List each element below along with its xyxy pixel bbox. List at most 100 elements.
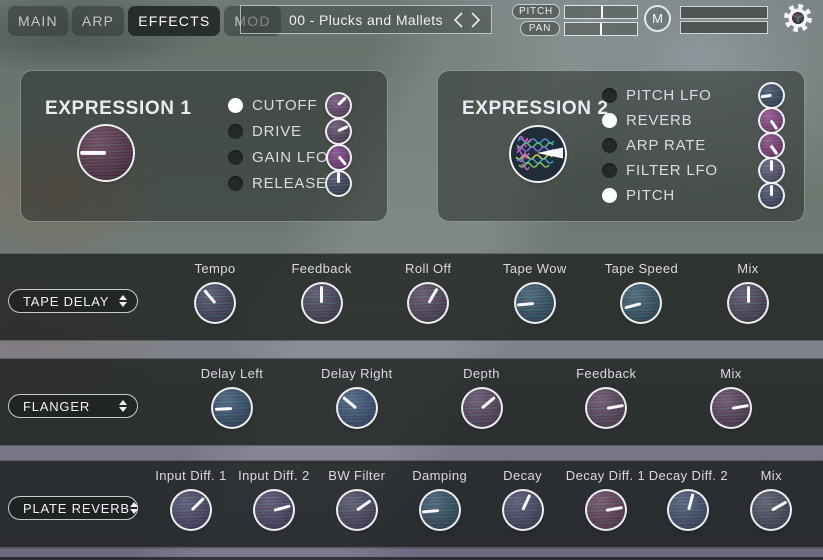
expression-option-row: GAIN LFO <box>228 144 350 170</box>
tab-arp[interactable]: ARP <box>72 6 124 36</box>
effect-select-flanger[interactable]: FLANGER <box>8 394 138 418</box>
tab-main[interactable]: MAIN <box>8 6 68 36</box>
radio-cutoff[interactable] <box>228 98 243 113</box>
effect-select-tape-delay[interactable]: TAPE DELAY <box>8 289 138 313</box>
expression-option-row: PITCH <box>602 183 783 208</box>
tab-effects[interactable]: EFFECTS <box>128 6 220 36</box>
band-divider <box>0 341 823 358</box>
knob-mix[interactable] <box>712 389 750 427</box>
preset-selector[interactable]: 00 - Plucks and Mallets <box>240 5 492 34</box>
updown-arrows-icon <box>119 295 127 307</box>
knob-pitch[interactable] <box>760 184 783 207</box>
param-mix: Mix <box>723 461 819 529</box>
param-feedback: Feedback <box>274 254 370 322</box>
effect-select-label: TAPE DELAY <box>23 294 119 309</box>
knob-decay[interactable] <box>504 491 542 529</box>
param-tape-wow: Tape Wow <box>487 254 583 322</box>
pitch-slider-row: PITCH <box>508 4 638 19</box>
radio-drive[interactable] <box>228 124 243 139</box>
pitch-slider[interactable] <box>564 5 638 19</box>
param-label: Decay <box>475 468 571 483</box>
knob-reverb[interactable] <box>760 109 783 132</box>
option-label: PITCH <box>626 187 760 204</box>
knob-arp-rate[interactable] <box>760 134 783 157</box>
pan-slider-handle[interactable] <box>600 23 602 35</box>
param-label: Tape Wow <box>487 261 583 276</box>
pitch-label: PITCH <box>512 4 560 19</box>
knob-decay-diff-2[interactable] <box>669 491 707 529</box>
param-label: Feedback <box>558 366 654 381</box>
knob-release[interactable] <box>327 172 350 195</box>
knob-tape-speed[interactable] <box>622 284 660 322</box>
option-label: PITCH LFO <box>626 87 760 104</box>
knob-tape-wow[interactable] <box>516 284 554 322</box>
param-roll-off: Roll Off <box>380 254 476 322</box>
knob-roll-off[interactable] <box>409 284 447 322</box>
param-decay-diff-1: Decay Diff. 1 <box>558 461 654 529</box>
param-tempo: Tempo <box>167 254 263 322</box>
param-feedback: Feedback <box>558 359 654 427</box>
mute-button[interactable]: M <box>644 5 671 32</box>
effect-select-plate-reverb[interactable]: PLATE REVERB <box>8 496 138 520</box>
pitch-slider-handle[interactable] <box>601 6 603 18</box>
param-label: Mix <box>683 366 779 381</box>
knob-feedback[interactable] <box>587 389 625 427</box>
radio-filter-lfo[interactable] <box>602 163 617 178</box>
knob-gain-lfo[interactable] <box>328 146 350 169</box>
option-label: GAIN LFO <box>252 149 328 166</box>
effect-band-flanger: FLANGER Delay Left Delay Right Depth Feedbac… <box>0 358 823 446</box>
expression-option-row: ARP RATE <box>602 133 783 158</box>
effect-band-plate-reverb: PLATE REVERBInput Diff. 1Input Diff. 2BW… <box>0 460 823 548</box>
knob-cutoff[interactable] <box>327 94 350 117</box>
knob-damping[interactable] <box>421 491 459 529</box>
param-tape-speed: Tape Speed <box>593 254 689 322</box>
knob-filter-lfo[interactable] <box>760 159 783 182</box>
option-label: FILTER LFO <box>626 162 760 179</box>
knob-pitch-lfo[interactable] <box>760 84 783 107</box>
param-delay-right: Delay Right <box>309 359 405 427</box>
updown-arrows-icon <box>119 400 127 412</box>
knob-tempo[interactable] <box>196 284 234 322</box>
pan-slider[interactable] <box>564 22 638 36</box>
preset-prev-icon[interactable] <box>452 11 465 29</box>
effect-band-tape-delay: TAPE DELAY Tempo FeedbackRoll Off Tape Wow T… <box>0 253 823 341</box>
param-label: Input Diff. 2 <box>226 468 322 483</box>
expression-option-row: CUTOFF <box>228 92 350 118</box>
knob-mix[interactable] <box>729 284 767 322</box>
radio-pitch-lfo[interactable] <box>602 88 617 103</box>
expression-2-panel: EXPRESSION 2 PITCH LFOREVERBARP RATEFILT… <box>437 70 805 222</box>
knob-input-diff-1[interactable] <box>172 491 210 529</box>
expression-1-main-knob[interactable] <box>79 126 133 180</box>
knob-input-diff-2[interactable] <box>255 491 293 529</box>
expression-option-row: REVERB <box>602 108 783 133</box>
radio-pitch[interactable] <box>602 188 617 203</box>
radio-arp-rate[interactable] <box>602 138 617 153</box>
knob-depth[interactable] <box>463 389 501 427</box>
param-label: Decay Diff. 2 <box>640 468 736 483</box>
knob-delay-left[interactable] <box>213 389 251 427</box>
param-label: Tempo <box>167 261 263 276</box>
level-meter-left <box>680 6 768 19</box>
param-mix: Mix <box>683 359 779 427</box>
param-label: Delay Left <box>184 366 280 381</box>
expression-2-main-knob[interactable] <box>511 127 565 181</box>
tab-label: EFFECTS <box>138 13 210 29</box>
preset-name: 00 - Plucks and Mallets <box>289 12 443 28</box>
radio-release[interactable] <box>228 176 243 191</box>
knob-drive[interactable] <box>327 120 350 143</box>
knob-delay-right[interactable] <box>338 389 376 427</box>
param-label: Depth <box>434 366 530 381</box>
expression-1-title: EXPRESSION 1 <box>45 98 192 120</box>
plugin-window: MAINARPEFFECTSMOD 00 - Plucks and Mallet… <box>0 0 823 560</box>
settings-gear-icon[interactable] <box>782 2 814 34</box>
expression-option-row: DRIVE <box>228 118 350 144</box>
param-label: Delay Right <box>309 366 405 381</box>
knob-mix[interactable] <box>752 491 790 529</box>
knob-bw-filter[interactable] <box>338 491 376 529</box>
option-label: ARP RATE <box>626 137 760 154</box>
knob-feedback[interactable] <box>303 284 341 322</box>
radio-reverb[interactable] <box>602 113 617 128</box>
preset-next-icon[interactable] <box>469 11 482 29</box>
radio-gain-lfo[interactable] <box>228 150 243 165</box>
knob-decay-diff-1[interactable] <box>587 491 625 529</box>
